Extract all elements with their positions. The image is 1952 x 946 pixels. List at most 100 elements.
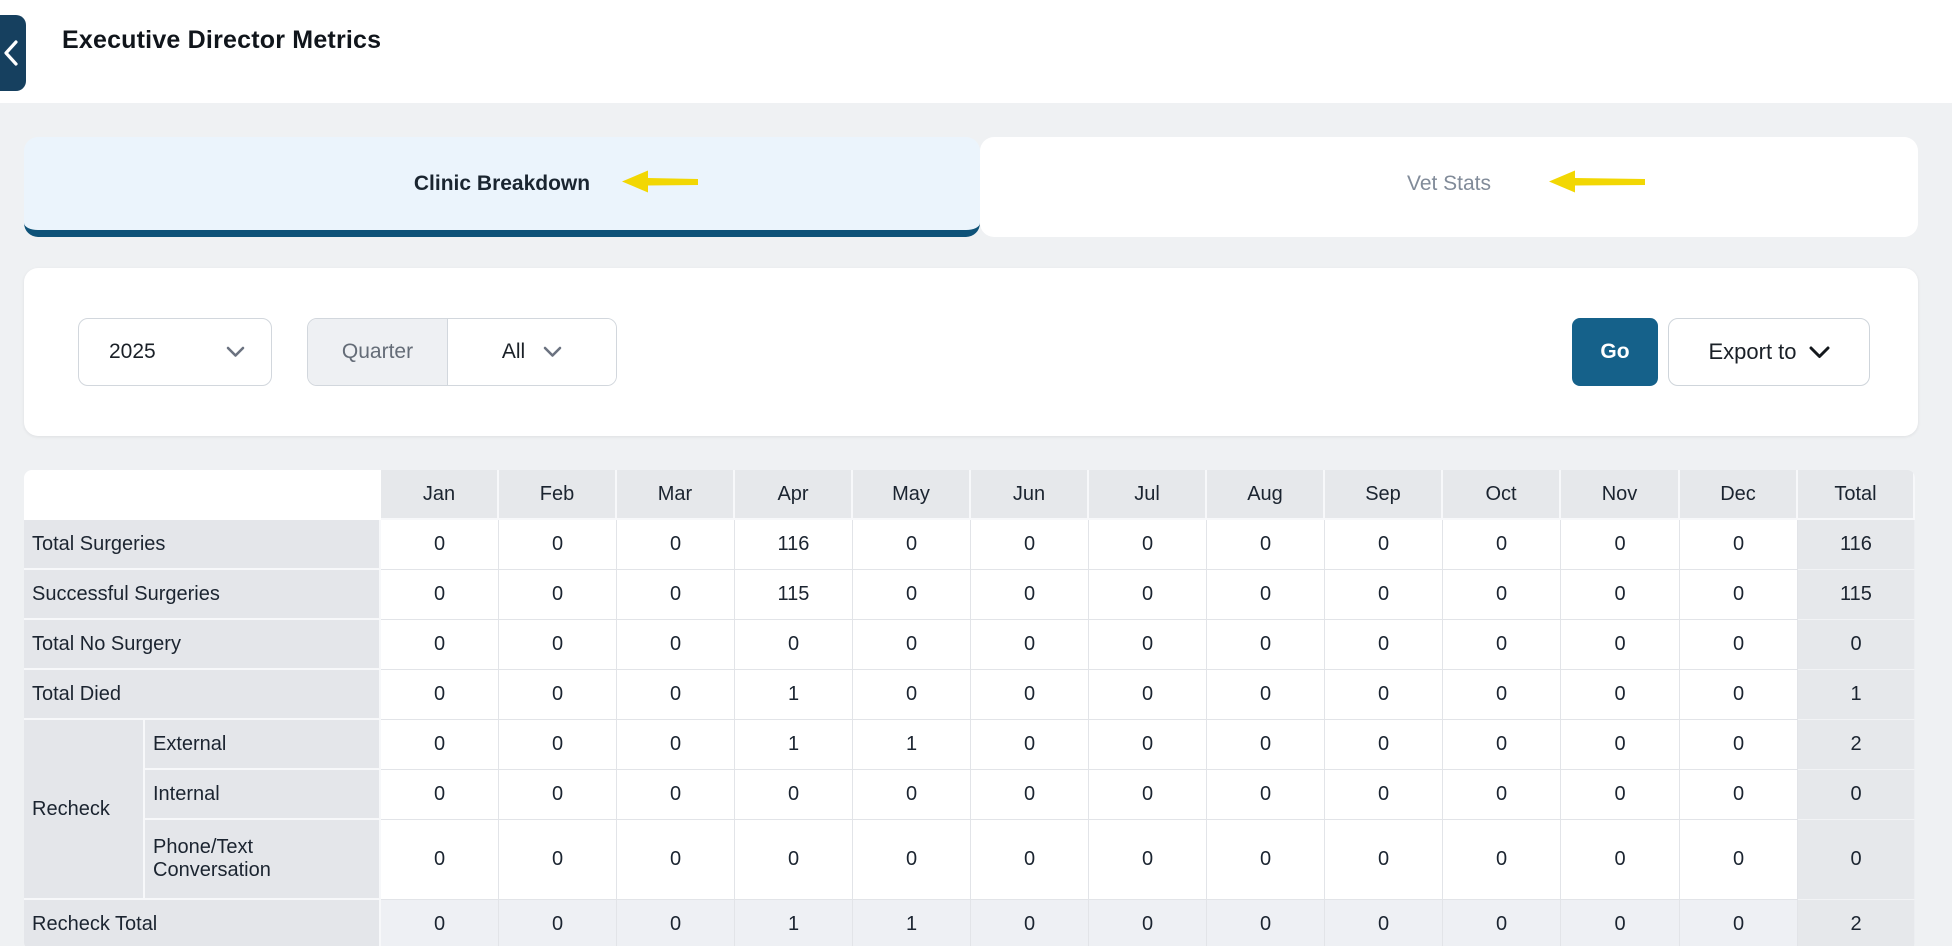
chevron-down-icon <box>226 346 245 358</box>
cell-total-no-surgery-jan: 0 <box>381 620 499 670</box>
table-row: Total Died 0001000000001 <box>24 670 1915 720</box>
cell-successful-surgeries-oct: 0 <box>1443 570 1561 620</box>
column-header-mar: Mar <box>617 470 735 520</box>
row-group-label-recheck: Recheck <box>24 720 145 900</box>
table-row: Total No Surgery 0000000000000 <box>24 620 1915 670</box>
cell-recheck-external-dec: 0 <box>1680 720 1798 770</box>
row-label-recheck-external: External <box>145 720 381 770</box>
cell-total-died-total: 1 <box>1798 670 1915 720</box>
cell-recheck-internal-jan: 0 <box>381 770 499 820</box>
row-label-successful-surgeries: Successful Surgeries <box>24 570 381 620</box>
row-label-recheck-internal: Internal <box>145 770 381 820</box>
cell-successful-surgeries-may: 0 <box>853 570 971 620</box>
cell-total-no-surgery-dec: 0 <box>1680 620 1798 670</box>
cell-recheck-total-oct: 0 <box>1443 900 1561 946</box>
cell-total-no-surgery-feb: 0 <box>499 620 617 670</box>
top-header-bar: Executive Director Metrics <box>0 0 1952 103</box>
row-label-total-surgeries: Total Surgeries <box>24 520 381 570</box>
cell-recheck-internal-total: 0 <box>1798 770 1915 820</box>
column-header-apr: Apr <box>735 470 853 520</box>
cell-recheck-total-may: 1 <box>853 900 971 946</box>
cell-total-no-surgery-sep: 0 <box>1325 620 1443 670</box>
column-header-dec: Dec <box>1680 470 1798 520</box>
quarter-filter-group: Quarter All <box>307 318 617 386</box>
chevron-left-icon <box>3 40 19 66</box>
table-row: Phone/Text Conversation 0000000000000 <box>24 820 1915 900</box>
cell-recheck-internal-sep: 0 <box>1325 770 1443 820</box>
yellow-arrow-left-icon <box>622 168 698 199</box>
tab-clinic-breakdown[interactable]: Clinic Breakdown <box>24 137 980 237</box>
year-select[interactable]: 2025 <box>78 318 272 386</box>
table-row: Total Surgeries 00011600000000116 <box>24 520 1915 570</box>
cell-recheck-internal-may: 0 <box>853 770 971 820</box>
cell-recheck-internal-apr: 0 <box>735 770 853 820</box>
cell-successful-surgeries-aug: 0 <box>1207 570 1325 620</box>
row-label-recheck-phone-text: Phone/Text Conversation <box>145 820 381 900</box>
quarter-select-value: All <box>502 340 525 364</box>
column-header-aug: Aug <box>1207 470 1325 520</box>
cell-total-surgeries-nov: 0 <box>1561 520 1680 570</box>
year-select-value: 2025 <box>109 340 156 364</box>
row-label-total-died: Total Died <box>24 670 381 720</box>
cell-total-surgeries-mar: 0 <box>617 520 735 570</box>
cell-total-died-feb: 0 <box>499 670 617 720</box>
cell-total-surgeries-feb: 0 <box>499 520 617 570</box>
quarter-select[interactable]: All <box>448 319 616 385</box>
cell-total-died-jan: 0 <box>381 670 499 720</box>
cell-total-died-dec: 0 <box>1680 670 1798 720</box>
export-to-button[interactable]: Export to <box>1668 318 1870 386</box>
export-to-label: Export to <box>1708 339 1796 365</box>
tab-vet-stats[interactable]: Vet Stats <box>980 137 1918 237</box>
cell-recheck-total-total: 2 <box>1798 900 1915 946</box>
column-header-total: Total <box>1798 470 1915 520</box>
cell-recheck-internal-aug: 0 <box>1207 770 1325 820</box>
cell-recheck-phone-text-apr: 0 <box>735 820 853 900</box>
cell-recheck-phone-text-sep: 0 <box>1325 820 1443 900</box>
cell-recheck-phone-text-nov: 0 <box>1561 820 1680 900</box>
chevron-down-icon <box>1809 346 1830 359</box>
cell-total-surgeries-jun: 0 <box>971 520 1089 570</box>
tab-clinic-breakdown-label: Clinic Breakdown <box>414 172 590 196</box>
cell-successful-surgeries-sep: 0 <box>1325 570 1443 620</box>
cell-successful-surgeries-total: 115 <box>1798 570 1915 620</box>
cell-recheck-total-jan: 0 <box>381 900 499 946</box>
cell-recheck-phone-text-jan: 0 <box>381 820 499 900</box>
cell-recheck-internal-oct: 0 <box>1443 770 1561 820</box>
cell-recheck-external-may: 1 <box>853 720 971 770</box>
cell-total-died-sep: 0 <box>1325 670 1443 720</box>
cell-recheck-phone-text-feb: 0 <box>499 820 617 900</box>
cell-total-no-surgery-aug: 0 <box>1207 620 1325 670</box>
cell-recheck-internal-nov: 0 <box>1561 770 1680 820</box>
cell-successful-surgeries-dec: 0 <box>1680 570 1798 620</box>
cell-total-surgeries-may: 0 <box>853 520 971 570</box>
cell-successful-surgeries-apr: 115 <box>735 570 853 620</box>
cell-total-no-surgery-apr: 0 <box>735 620 853 670</box>
quarter-filter-label: Quarter <box>308 319 448 385</box>
cell-total-surgeries-apr: 116 <box>735 520 853 570</box>
cell-successful-surgeries-feb: 0 <box>499 570 617 620</box>
table-row: Recheck External 0001100000002 <box>24 720 1915 770</box>
cell-total-died-nov: 0 <box>1561 670 1680 720</box>
column-header-jul: Jul <box>1089 470 1207 520</box>
cell-total-surgeries-total: 116 <box>1798 520 1915 570</box>
column-header-jan: Jan <box>381 470 499 520</box>
chevron-down-icon <box>543 346 562 358</box>
table-row: Successful Surgeries 00011500000000115 <box>24 570 1915 620</box>
cell-recheck-internal-jul: 0 <box>1089 770 1207 820</box>
back-button[interactable] <box>0 15 26 91</box>
column-header-may: May <box>853 470 971 520</box>
cell-total-died-apr: 1 <box>735 670 853 720</box>
table-row: Recheck Total 0001100000002 <box>24 900 1915 946</box>
cell-total-died-may: 0 <box>853 670 971 720</box>
tab-vet-stats-label: Vet Stats <box>1407 172 1491 196</box>
cell-total-no-surgery-total: 0 <box>1798 620 1915 670</box>
cell-total-surgeries-aug: 0 <box>1207 520 1325 570</box>
cell-total-surgeries-jan: 0 <box>381 520 499 570</box>
cell-recheck-external-jan: 0 <box>381 720 499 770</box>
cell-recheck-phone-text-total: 0 <box>1798 820 1915 900</box>
go-button[interactable]: Go <box>1572 318 1658 386</box>
cell-recheck-total-mar: 0 <box>617 900 735 946</box>
cell-recheck-internal-jun: 0 <box>971 770 1089 820</box>
cell-recheck-total-jun: 0 <box>971 900 1089 946</box>
column-header-sep: Sep <box>1325 470 1443 520</box>
